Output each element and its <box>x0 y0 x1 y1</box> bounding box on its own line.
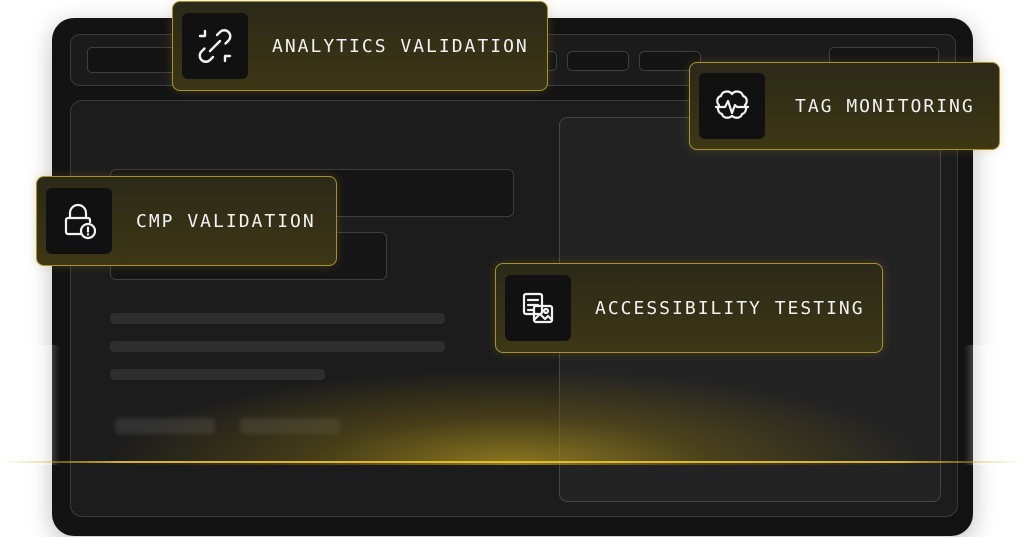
illustration: ANALYTICS VALIDATION TAG MONITORING CMP … <box>0 0 1024 537</box>
card-label: CMP VALIDATION <box>136 210 316 232</box>
text-line-placeholder <box>110 369 325 380</box>
card-label: ACCESSIBILITY TESTING <box>595 297 865 319</box>
button-placeholder <box>115 418 215 434</box>
broken-link-icon <box>182 13 248 79</box>
card-accessibility-testing: ACCESSIBILITY TESTING <box>495 263 883 353</box>
lock-warning-icon <box>46 188 112 254</box>
card-analytics-validation: ANALYTICS VALIDATION <box>172 1 548 91</box>
button-placeholder <box>240 418 340 434</box>
card-label: ANALYTICS VALIDATION <box>272 35 529 57</box>
edge-fade <box>0 345 60 465</box>
text-line-placeholder <box>110 341 445 352</box>
card-cmp-validation: CMP VALIDATION <box>36 176 337 266</box>
image-caption-icon <box>505 275 571 341</box>
card-tag-monitoring: TAG MONITORING <box>689 62 1000 150</box>
address-placeholder <box>87 47 179 73</box>
edge-fade <box>964 345 1024 465</box>
horizon-line <box>0 461 1024 463</box>
text-line-placeholder <box>110 313 445 324</box>
brain-pulse-icon <box>699 73 765 139</box>
toolbar-placeholder <box>567 51 629 71</box>
card-label: TAG MONITORING <box>795 95 975 117</box>
